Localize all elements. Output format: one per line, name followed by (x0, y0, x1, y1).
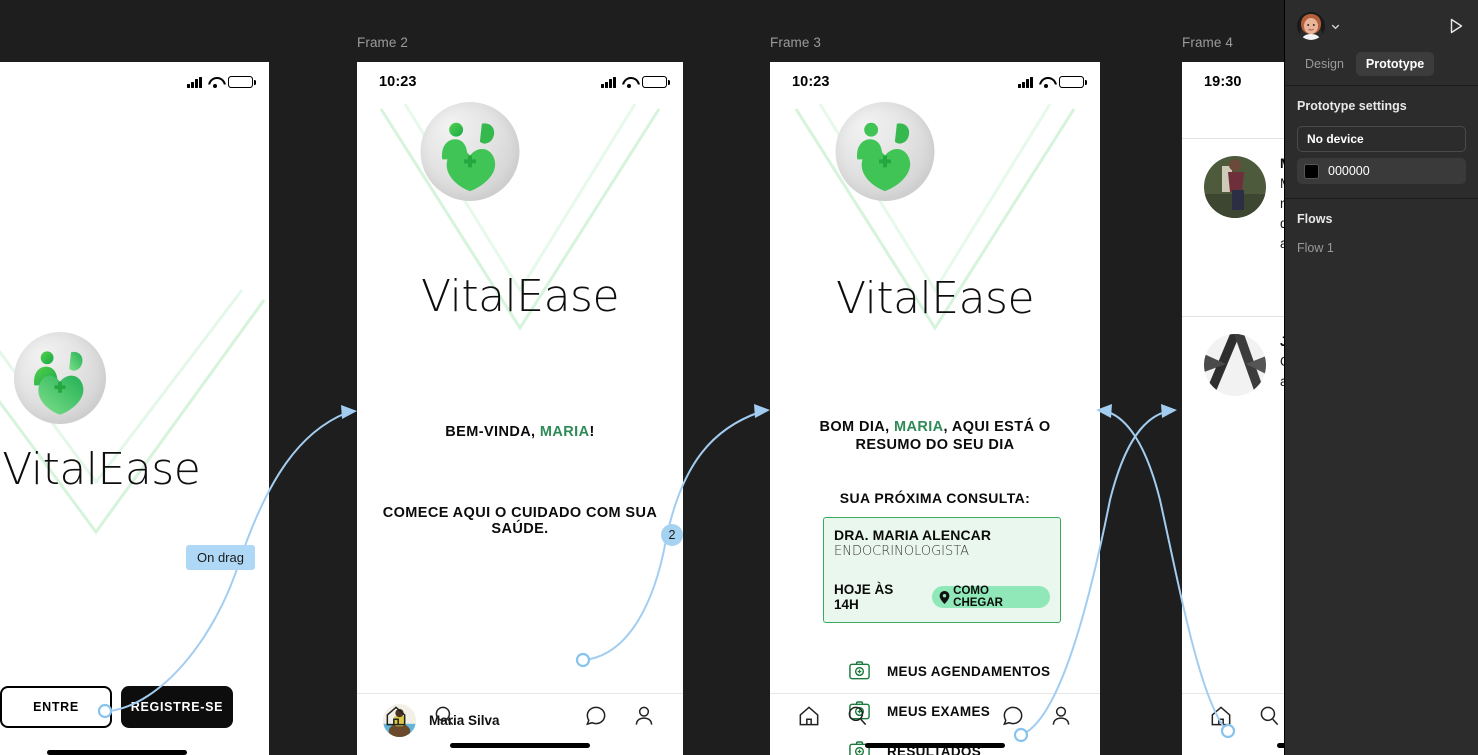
search-icon[interactable] (1256, 703, 1282, 729)
flow-item-1[interactable]: Flow 1 (1297, 241, 1466, 255)
greeting-prefix: BOM DIA, (819, 419, 894, 435)
chat-icon[interactable] (1000, 703, 1026, 729)
frame-2-label[interactable]: Frame 2 (357, 35, 408, 50)
directions-button[interactable]: COMO CHEGAR (932, 585, 1050, 609)
wifi-icon (1038, 76, 1054, 88)
connector-arrow-1 (341, 405, 357, 419)
frame3-status-icons (1018, 75, 1087, 89)
chevron-down-icon[interactable] (1329, 20, 1342, 33)
search-icon[interactable] (844, 703, 870, 729)
battery-icon (1059, 75, 1087, 89)
welcome-prefix: BEM-VINDA, (445, 424, 540, 440)
prototype-settings-section: Prototype settings No device 000000 (1285, 86, 1478, 199)
frame-3-dashboard[interactable]: 10:23 VitalEase BOM DIA, MARIA, AQUI EST… (770, 62, 1100, 755)
present-play-icon[interactable] (1446, 16, 1466, 36)
appointment-time: HOJE ÀS 14H (834, 582, 894, 612)
prototype-settings-title: Prototype settings (1297, 99, 1407, 113)
chat-icon[interactable] (583, 703, 609, 729)
home-icon[interactable] (796, 703, 822, 729)
tab-design[interactable]: Design (1295, 52, 1354, 76)
frame-2-welcome[interactable]: 10:23 VitalEase BEM-VINDA, MARIA! COMECE… (357, 62, 683, 755)
connector-count-badge[interactable]: 2 (661, 524, 683, 546)
appointment-specialty: ENDOCRINOLOGISTA (834, 544, 970, 559)
frame1-status-bar (0, 62, 269, 96)
frame2-status-bar: 10:23 (357, 62, 683, 96)
frame3-bottom-nav[interactable] (770, 693, 1100, 737)
user-avatar[interactable] (1297, 12, 1325, 40)
appointment-doctor: DRA. MARIA ALENCAR (834, 527, 992, 543)
menu-item-agendamentos[interactable]: MEUS AGENDAMENTOS (848, 660, 1050, 682)
frame3-logo (835, 102, 935, 201)
frame1-brand-title: VitalEase (2, 444, 201, 495)
menu-item-label: MEUS AGENDAMENTOS (887, 663, 1051, 679)
home-icon[interactable] (383, 703, 409, 729)
interaction-trigger-chip[interactable]: On drag (186, 545, 255, 570)
frame2-subtitle: COMECE AQUI O CUIDADO COM SUA SAÚDE. (382, 505, 658, 537)
login-button[interactable]: ENTRE (0, 686, 112, 728)
device-select[interactable]: No device (1297, 126, 1466, 152)
profile-icon[interactable] (631, 703, 657, 729)
battery-icon (228, 75, 256, 89)
tab-prototype[interactable]: Prototype (1355, 52, 1435, 76)
home-icon[interactable] (1208, 703, 1234, 729)
frame2-brand-title: VitalEase (420, 271, 620, 322)
frame-4-label[interactable]: Frame 4 (1182, 35, 1233, 50)
panel-header (1285, 0, 1478, 52)
wifi-icon (621, 76, 637, 88)
frame1-auth-buttons: ENTRE REGISTRE-SE (0, 686, 269, 728)
frame4-status-time: 19:30 (1204, 74, 1242, 90)
frame2-welcome-text: BEM-VINDA, MARIA! (357, 424, 683, 440)
background-hex-value[interactable]: 000000 (1328, 164, 1370, 178)
design-canvas[interactable]: VitalEase ENTRE REGISTRE-SE Frame 2 10:2… (0, 0, 1478, 755)
signal-icon (1018, 76, 1033, 88)
frame2-logo (420, 102, 520, 201)
connector-arrow-3 (1161, 404, 1177, 418)
flows-title: Flows (1297, 212, 1333, 226)
appointment-footer: HOJE ÀS 14H COMO CHEGAR (834, 582, 1050, 612)
greeting-user-name: MARIA (893, 419, 944, 435)
directions-button-label: COMO CHEGAR (953, 585, 1003, 609)
connector-arrow-2 (754, 404, 770, 418)
signal-icon (187, 76, 202, 88)
frame1-status-icons (187, 75, 256, 89)
profile-icon[interactable] (1048, 703, 1074, 729)
background-color-row[interactable]: 000000 (1297, 158, 1466, 184)
avatar (1204, 156, 1266, 218)
medical-kit-icon (848, 660, 871, 682)
frame2-bottom-nav[interactable] (357, 693, 683, 737)
welcome-suffix: ! (589, 424, 595, 440)
signal-icon (601, 76, 616, 88)
right-properties-panel[interactable]: Design Prototype Prototype settings No d… (1284, 0, 1478, 755)
flows-section: Flows Flow 1 (1285, 199, 1478, 269)
frame-3-label[interactable]: Frame 3 (770, 35, 821, 50)
avatar (1204, 334, 1266, 396)
figma-window: VitalEase ENTRE REGISTRE-SE Frame 2 10:2… (0, 0, 1478, 755)
color-swatch[interactable] (1304, 163, 1319, 179)
frame2-status-icons (601, 75, 670, 89)
next-appointment-label: SUA PRÓXIMA CONSULTA: (839, 490, 1031, 506)
panel-tabs[interactable]: Design Prototype (1285, 52, 1478, 86)
frame1-home-indicator (46, 750, 187, 755)
frame3-status-time: 10:23 (792, 74, 830, 90)
frame3-decor-chevrons (770, 62, 1100, 755)
frame3-brand-title: VitalEase (835, 273, 1035, 324)
register-button[interactable]: REGISTRE-SE (121, 686, 233, 728)
frame1-logo (14, 332, 106, 424)
frame3-home-indicator (865, 743, 1005, 748)
appointment-card[interactable]: DRA. MARIA ALENCAR ENDOCRINOLOGISTA HOJE… (823, 517, 1061, 623)
device-select-value: No device (1307, 132, 1364, 146)
welcome-user-name: MARIA (539, 424, 590, 440)
frame2-status-time: 10:23 (379, 74, 417, 90)
frame2-decor-chevrons (357, 62, 683, 755)
location-pin-icon (939, 590, 950, 604)
battery-icon (642, 75, 670, 89)
frame3-status-bar: 10:23 (770, 62, 1100, 96)
wifi-icon (207, 76, 223, 88)
search-icon[interactable] (431, 703, 457, 729)
frame2-home-indicator (450, 743, 590, 748)
frame3-greeting: BOM DIA, MARIA, AQUI ESTÁ O RESUMO DO SE… (770, 418, 1100, 454)
frame-1-splash[interactable]: VitalEase ENTRE REGISTRE-SE (0, 62, 269, 755)
